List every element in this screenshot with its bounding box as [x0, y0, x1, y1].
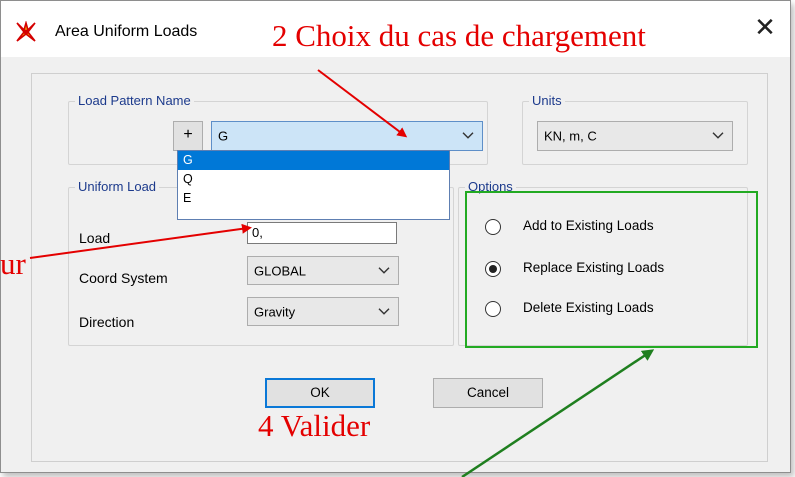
window-title: Area Uniform Loads — [55, 23, 198, 40]
annotation-choice-case: 2 Choix du cas de chargement — [272, 18, 646, 53]
units-group: Units KN, m, C — [522, 93, 748, 165]
direction-value: Gravity — [254, 304, 296, 319]
coord-system-value: GLOBAL — [254, 263, 307, 278]
chevron-down-icon — [712, 128, 724, 143]
dialog-window: Area Uniform Loads ✕ Load Pattern Name +… — [0, 0, 791, 473]
units-value: KN, m, C — [544, 128, 597, 144]
close-icon[interactable]: ✕ — [747, 13, 783, 45]
load-pattern-select[interactable]: G — [211, 121, 483, 151]
annotation-value-fragment: ur — [0, 246, 26, 281]
options-legend: Options — [465, 179, 516, 194]
add-existing-loads-label: Add to Existing Loads — [523, 218, 654, 233]
radio-unchecked[interactable] — [485, 301, 501, 317]
replace-existing-loads-label: Replace Existing Loads — [523, 260, 665, 275]
direction-select[interactable]: Gravity — [247, 297, 399, 326]
load-label: Load — [79, 230, 111, 246]
options-group: Options Add to Existing Loads Replace Ex… — [458, 179, 748, 346]
units-legend: Units — [529, 93, 565, 108]
load-pattern-legend: Load Pattern Name — [75, 93, 194, 108]
uniform-load-legend: Uniform Load — [75, 179, 160, 194]
annotation-validate: 4 Valider — [258, 408, 371, 443]
dropdown-option-q[interactable]: Q — [178, 170, 449, 189]
dialog-body: Load Pattern Name + G Units KN, m, C Uni… — [31, 73, 768, 462]
dropdown-option-e[interactable]: E — [178, 189, 449, 208]
chevron-down-icon — [378, 262, 390, 277]
chevron-down-icon — [462, 128, 474, 143]
ok-button[interactable]: OK — [265, 378, 375, 408]
radio-unchecked[interactable] — [485, 219, 501, 235]
units-select[interactable]: KN, m, C — [537, 121, 733, 151]
radio-checked[interactable] — [485, 261, 501, 277]
chevron-down-icon — [378, 303, 390, 318]
direction-label: Direction — [79, 314, 135, 330]
coord-system-select[interactable]: GLOBAL — [247, 256, 399, 285]
load-input[interactable]: 0, — [247, 222, 397, 244]
load-pattern-value: G — [218, 128, 229, 144]
delete-existing-loads-label: Delete Existing Loads — [523, 300, 654, 315]
app-icon — [15, 20, 37, 43]
coord-system-label: Coord System — [79, 270, 168, 286]
load-pattern-dropdown-list[interactable]: G Q E — [177, 150, 450, 220]
add-load-pattern-button[interactable]: + — [173, 121, 203, 151]
dropdown-option-g[interactable]: G — [178, 151, 449, 170]
cancel-button[interactable]: Cancel — [433, 378, 543, 408]
